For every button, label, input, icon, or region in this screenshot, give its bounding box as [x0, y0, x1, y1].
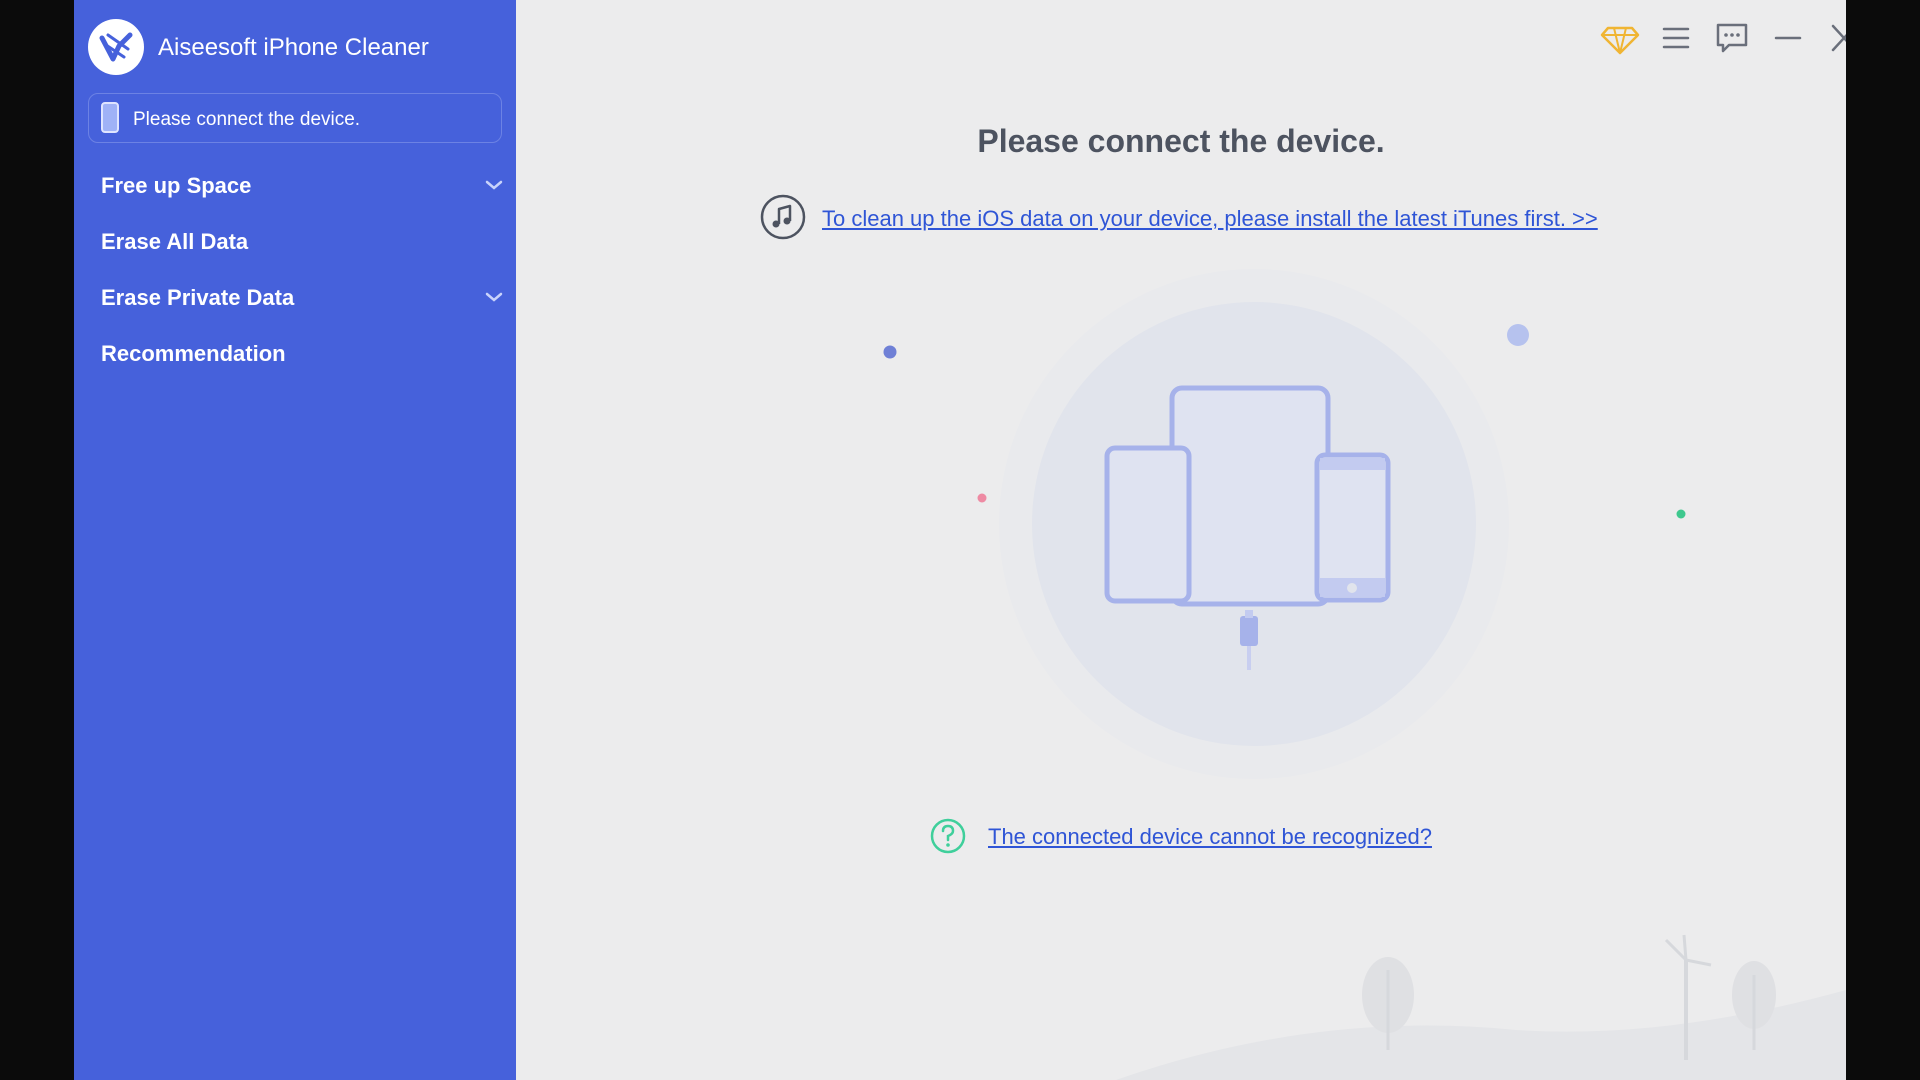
sidebar-item-label: Erase Private Data	[101, 285, 295, 310]
sidebar-item-label: Recommendation	[101, 341, 286, 366]
sidebar-item-erase-all-data[interactable]: Erase All Data	[74, 215, 516, 267]
app-window: Aiseesoft iPhone Cleaner Please connect …	[74, 0, 1846, 1080]
question-icon	[930, 818, 966, 854]
device-status-box[interactable]: Please connect the device.	[88, 93, 502, 143]
sidebar-item-label: Erase All Data	[101, 229, 249, 254]
decorative-dot	[1676, 509, 1686, 519]
device-not-recognized-link[interactable]: The connected device cannot be recognize…	[988, 824, 1432, 850]
feedback-icon[interactable]	[1712, 20, 1752, 56]
sidebar-item-erase-private-data[interactable]: Erase Private Data	[74, 271, 516, 323]
sidebar: Aiseesoft iPhone Cleaner Please connect …	[74, 0, 516, 1080]
app-title: Aiseesoft iPhone Cleaner	[158, 34, 429, 61]
close-icon[interactable]	[1824, 20, 1846, 56]
page-title: Please connect the device.	[977, 123, 1385, 159]
decorative-dot	[883, 345, 897, 359]
install-itunes-link[interactable]: To clean up the iOS data on your device,…	[822, 206, 1598, 232]
music-note-icon	[760, 194, 806, 240]
decorative-dot	[1507, 324, 1529, 346]
app-logo	[88, 19, 144, 75]
sidebar-item-free-up-space[interactable]: Free up Space	[74, 159, 516, 211]
sidebar-item-label: Free up Space	[101, 173, 252, 198]
chevron-down-icon	[485, 180, 503, 190]
minimize-icon[interactable]	[1768, 20, 1808, 56]
diamond-icon[interactable]	[1600, 20, 1640, 56]
phone-icon	[101, 102, 119, 133]
decorative-dot	[977, 493, 987, 503]
menu-icon[interactable]	[1656, 20, 1696, 56]
devices-illustration	[883, 269, 1686, 779]
main-panel: Please connect the device. To clean up t…	[516, 0, 1846, 1080]
chevron-down-icon	[485, 292, 503, 302]
device-status-label: Please connect the device.	[133, 109, 361, 130]
sidebar-item-recommendation[interactable]: Recommendation	[74, 327, 516, 379]
